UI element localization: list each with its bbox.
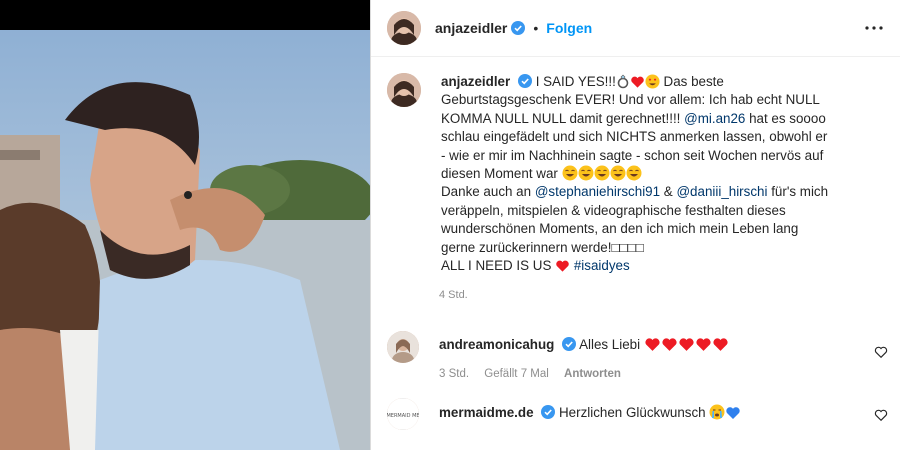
caption-line: diesen Moment war (441, 166, 558, 182)
caption-line: gerne zurückerinnern werde!□□□□ (441, 239, 644, 255)
caption-line: ALL I NEED IS US (441, 258, 556, 274)
caption-line: für's mich (767, 184, 829, 200)
red-heart-emoji (662, 338, 677, 352)
commenter-avatar[interactable] (387, 331, 419, 364)
verified-icon (541, 405, 556, 420)
caption-avatar[interactable] (387, 73, 421, 107)
comment-text: Alles Liebi (579, 337, 641, 353)
red-heart-emoji (631, 76, 644, 88)
verified-icon (517, 74, 532, 88)
commenter-avatar[interactable]: MERMAID ME (387, 398, 419, 431)
comment-item: andreamonicahug Alles Liebi 3 Std. Gefäl… (371, 331, 900, 380)
comment-item: MERMAID ME mermaidme.de Herzlichen Glück… (371, 398, 900, 431)
comment-likes[interactable]: Gefällt 7 Mal (484, 368, 549, 380)
laughing-emoji (562, 165, 578, 181)
red-heart-emoji (645, 338, 660, 352)
heart-like-icon[interactable] (874, 408, 888, 422)
caption-username[interactable]: anjazeidler (441, 74, 510, 89)
ring-emoji (617, 74, 629, 89)
red-heart-emoji (556, 260, 569, 272)
red-heart-emoji (713, 338, 728, 352)
mention-link[interactable]: @mi.an26 (684, 111, 745, 126)
caption-line: hat es soooo (745, 110, 826, 126)
commenter-username[interactable]: mermaidme.de (439, 405, 534, 420)
mention-link[interactable]: @daniii_hirschi (676, 184, 767, 199)
post-timestamp[interactable]: 4 Std. (439, 289, 900, 301)
post-caption: anjazeidler I SAID YES!!! Das beste Gebu… (371, 57, 900, 275)
verified-icon (562, 337, 577, 352)
caption-line: KOMMA NULL NULL damit gerechnet!!!! (441, 110, 685, 126)
caption-line: I SAID YES!!! (535, 74, 616, 89)
author-username[interactable]: anjazeidler (435, 20, 507, 36)
mention-link[interactable]: @stephaniehirschi91 (535, 184, 660, 199)
comment-meta: 3 Std. Gefällt 7 Mal Antworten (439, 368, 729, 380)
caption-text: anjazeidler I SAID YES!!! Das beste Gebu… (441, 73, 884, 275)
author-avatar[interactable] (387, 11, 421, 45)
more-options-icon[interactable] (862, 16, 886, 40)
separator-dot: • (533, 20, 539, 36)
red-heart-emoji (696, 338, 711, 352)
caption-line: Geburtstagsgeschenk EVER! Und vor allem:… (441, 92, 820, 108)
crying-emoji (709, 404, 725, 420)
caption-line: Danke auch an (441, 184, 535, 200)
laughing-emoji (594, 165, 610, 181)
caption-line: & (660, 184, 677, 200)
post-header: anjazeidler • Folgen (371, 0, 900, 57)
post-photo[interactable] (0, 0, 370, 450)
svg-text:MERMAID ME: MERMAID ME (387, 413, 419, 419)
laughing-emoji (578, 165, 594, 181)
verified-icon (511, 21, 526, 35)
heart-eyes-emoji (645, 74, 660, 89)
hashtag-link[interactable]: #isaidyes (574, 258, 630, 273)
comment-text: Herzlichen Glückwunsch (559, 405, 706, 421)
follow-button[interactable]: Folgen (546, 20, 592, 36)
comment-timestamp[interactable]: 3 Std. (439, 368, 469, 380)
caption-line: - wie er mir im Nachhinein sagte - schon… (441, 147, 824, 163)
blue-heart-emoji (726, 407, 741, 420)
post-detail-panel: anjazeidler • Folgen anjazeidler I SAID … (370, 0, 900, 450)
comments-scroll-area[interactable]: anjazeidler I SAID YES!!! Das beste Gebu… (371, 57, 900, 450)
laughing-emoji (610, 165, 626, 181)
reply-button[interactable]: Antworten (564, 368, 621, 380)
laughing-emoji (626, 165, 642, 181)
commenter-username[interactable]: andreamonicahug (439, 337, 554, 352)
caption-line: Das beste (659, 74, 724, 89)
heart-like-icon[interactable] (874, 345, 888, 359)
caption-line: wunderschönen Moments, an den ich mich m… (441, 221, 799, 237)
red-heart-emoji (679, 338, 694, 352)
caption-line: veräppeln, mitspielen & videographische … (441, 202, 786, 218)
caption-line: schlau eingefädelt und sich NICHTS anmer… (441, 129, 828, 145)
